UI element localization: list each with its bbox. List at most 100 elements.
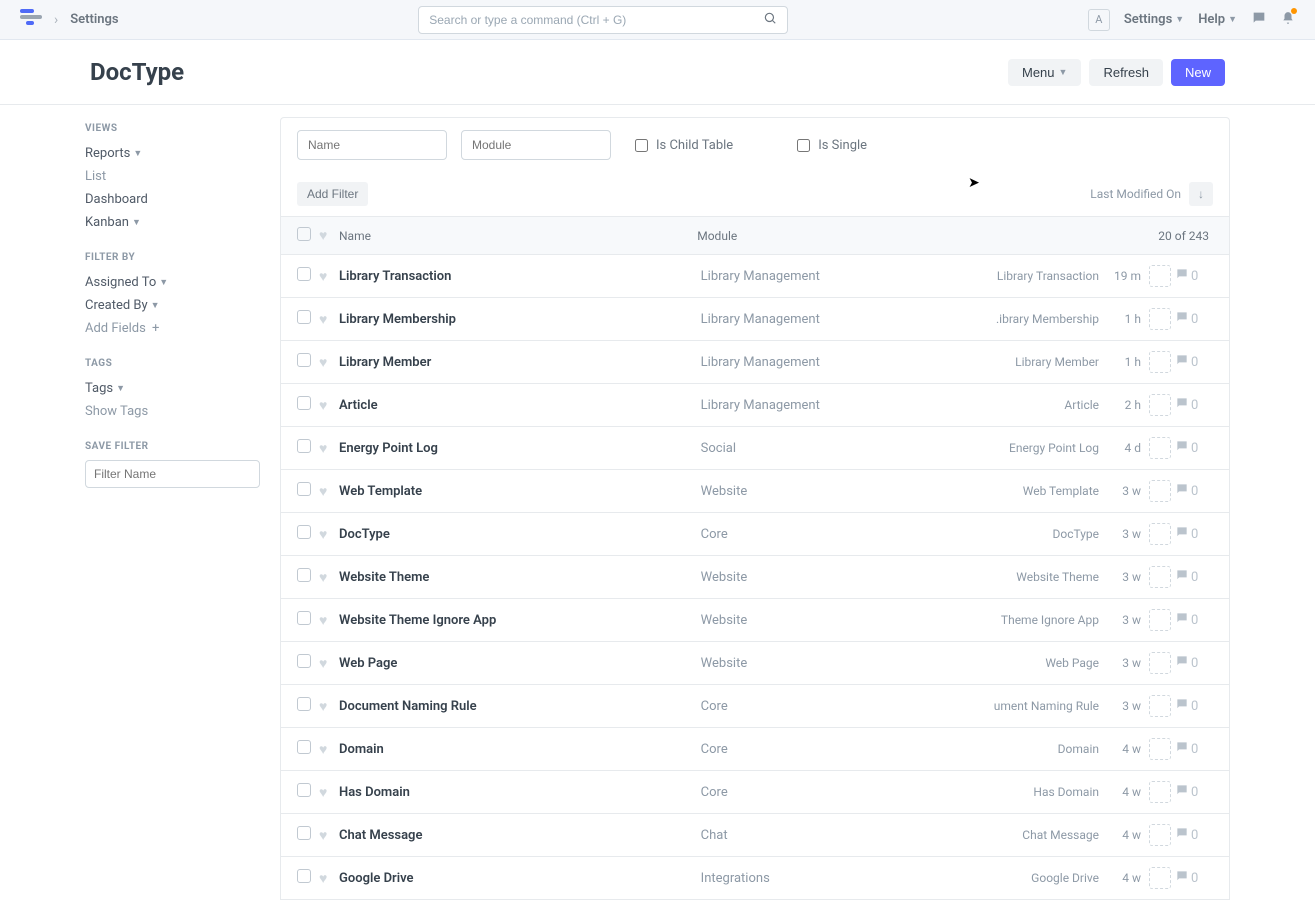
row-comments[interactable]: 0 bbox=[1175, 353, 1213, 371]
row-name[interactable]: Article bbox=[339, 398, 701, 413]
avatar-placeholder[interactable] bbox=[1149, 480, 1171, 502]
heart-icon[interactable]: ♥ bbox=[319, 269, 327, 285]
heart-icon[interactable]: ♥ bbox=[319, 312, 327, 328]
nav-help[interactable]: Help ▼ bbox=[1198, 12, 1237, 27]
row-comments[interactable]: 0 bbox=[1175, 654, 1213, 672]
list-row[interactable]: ♥Library MembershipLibrary Management.ib… bbox=[280, 298, 1230, 341]
row-comments[interactable]: 0 bbox=[1175, 826, 1213, 844]
row-checkbox[interactable] bbox=[297, 267, 311, 281]
row-checkbox[interactable] bbox=[297, 783, 311, 797]
list-row[interactable]: ♥Google DriveIntegrationsGoogle Drive4 w… bbox=[280, 857, 1230, 900]
row-checkbox[interactable] bbox=[297, 654, 311, 668]
list-row[interactable]: ♥Web TemplateWebsiteWeb Template3 w0 bbox=[280, 470, 1230, 513]
is-child-table-checkbox[interactable] bbox=[635, 139, 648, 152]
select-all-checkbox[interactable] bbox=[297, 227, 311, 241]
row-comments[interactable]: 0 bbox=[1175, 396, 1213, 414]
list-row[interactable]: ♥Library TransactionLibrary ManagementLi… bbox=[280, 255, 1230, 298]
sidebar-item-assignedto[interactable]: Assigned To ▼ bbox=[85, 271, 260, 294]
sidebar-item-list[interactable]: List bbox=[85, 165, 260, 188]
sort-direction-button[interactable]: ↓ bbox=[1189, 182, 1213, 206]
avatar-placeholder[interactable] bbox=[1149, 394, 1171, 416]
search-box[interactable] bbox=[418, 6, 788, 34]
row-comments[interactable]: 0 bbox=[1175, 697, 1213, 715]
row-checkbox[interactable] bbox=[297, 826, 311, 840]
avatar-placeholder[interactable] bbox=[1149, 523, 1171, 545]
filter-name-input[interactable] bbox=[85, 460, 260, 488]
sidebar-item-dashboard[interactable]: Dashboard bbox=[85, 188, 260, 211]
is-single-checkbox[interactable] bbox=[797, 139, 810, 152]
row-name[interactable]: Energy Point Log bbox=[339, 441, 701, 456]
row-checkbox[interactable] bbox=[297, 396, 311, 410]
row-name[interactable]: Web Page bbox=[339, 656, 701, 671]
breadcrumb-settings[interactable]: Settings bbox=[70, 12, 118, 27]
heart-icon[interactable]: ♥ bbox=[319, 527, 327, 543]
heart-icon[interactable]: ♥ bbox=[319, 742, 327, 758]
heart-icon[interactable]: ♥ bbox=[319, 355, 327, 371]
list-row[interactable]: ♥Website Theme Ignore AppWebsiteTheme Ig… bbox=[280, 599, 1230, 642]
list-row[interactable]: ♥ArticleLibrary ManagementArticle2 h0 bbox=[280, 384, 1230, 427]
row-comments[interactable]: 0 bbox=[1175, 267, 1213, 285]
avatar-placeholder[interactable] bbox=[1149, 781, 1171, 803]
refresh-button[interactable]: Refresh bbox=[1089, 59, 1163, 86]
filter-module-field[interactable] bbox=[461, 130, 611, 160]
sidebar-item-showtags[interactable]: Show Tags bbox=[85, 400, 260, 423]
row-name[interactable]: Library Membership bbox=[339, 312, 701, 327]
filter-name-field[interactable] bbox=[297, 130, 447, 160]
row-name[interactable]: Has Domain bbox=[339, 785, 701, 800]
row-name[interactable]: Chat Message bbox=[339, 828, 701, 843]
row-comments[interactable]: 0 bbox=[1175, 568, 1213, 586]
row-comments[interactable]: 0 bbox=[1175, 525, 1213, 543]
list-row[interactable]: ♥Web PageWebsiteWeb Page3 w0 bbox=[280, 642, 1230, 685]
menu-button[interactable]: Menu ▼ bbox=[1008, 59, 1081, 86]
heart-icon[interactable]: ♥ bbox=[319, 570, 327, 586]
avatar-placeholder[interactable] bbox=[1149, 738, 1171, 760]
heart-icon[interactable]: ♥ bbox=[319, 484, 327, 500]
sidebar-item-kanban[interactable]: Kanban ▼ bbox=[85, 211, 260, 234]
avatar-placeholder[interactable] bbox=[1149, 824, 1171, 846]
row-comments[interactable]: 0 bbox=[1175, 611, 1213, 629]
avatar-placeholder[interactable] bbox=[1149, 695, 1171, 717]
row-name[interactable]: Google Drive bbox=[339, 871, 701, 886]
sidebar-item-addfields[interactable]: Add Fields + bbox=[85, 317, 260, 340]
bell-icon[interactable] bbox=[1281, 10, 1295, 29]
heart-icon[interactable]: ♥ bbox=[319, 785, 327, 801]
chat-icon[interactable] bbox=[1251, 10, 1267, 30]
add-filter-button[interactable]: Add Filter bbox=[297, 182, 368, 206]
heart-icon[interactable]: ♥ bbox=[319, 398, 327, 414]
heart-icon[interactable]: ♥ bbox=[319, 656, 327, 672]
heart-icon[interactable]: ♥ bbox=[319, 828, 327, 844]
row-checkbox[interactable] bbox=[297, 611, 311, 625]
row-checkbox[interactable] bbox=[297, 740, 311, 754]
row-checkbox[interactable] bbox=[297, 439, 311, 453]
row-name[interactable]: Library Member bbox=[339, 355, 701, 370]
list-row[interactable]: ♥Energy Point LogSocialEnergy Point Log4… bbox=[280, 427, 1230, 470]
row-checkbox[interactable] bbox=[297, 697, 311, 711]
row-checkbox[interactable] bbox=[297, 310, 311, 324]
heart-icon[interactable]: ♥ bbox=[319, 871, 327, 887]
row-comments[interactable]: 0 bbox=[1175, 439, 1213, 457]
avatar-placeholder[interactable] bbox=[1149, 265, 1171, 287]
list-row[interactable]: ♥Website ThemeWebsiteWebsite Theme3 w0 bbox=[280, 556, 1230, 599]
sidebar-item-createdby[interactable]: Created By ▼ bbox=[85, 294, 260, 317]
list-row[interactable]: ♥Library MemberLibrary ManagementLibrary… bbox=[280, 341, 1230, 384]
avatar-placeholder[interactable] bbox=[1149, 609, 1171, 631]
filter-is-single[interactable]: Is Single bbox=[797, 138, 867, 153]
sort-label[interactable]: Last Modified On bbox=[1090, 187, 1181, 201]
search-input[interactable] bbox=[429, 13, 763, 27]
row-checkbox[interactable] bbox=[297, 525, 311, 539]
avatar-placeholder[interactable] bbox=[1149, 652, 1171, 674]
avatar-placeholder[interactable] bbox=[1149, 308, 1171, 330]
heart-icon[interactable]: ♥ bbox=[319, 441, 327, 457]
row-checkbox[interactable] bbox=[297, 353, 311, 367]
sidebar-item-reports[interactable]: Reports ▼ bbox=[85, 142, 260, 165]
heart-icon[interactable]: ♥ bbox=[319, 699, 327, 715]
filter-is-child-table[interactable]: Is Child Table bbox=[635, 138, 733, 153]
sidebar-item-tags[interactable]: Tags ▼ bbox=[85, 377, 260, 400]
heart-icon[interactable]: ♥ bbox=[319, 613, 327, 629]
row-name[interactable]: Website Theme bbox=[339, 570, 701, 585]
avatar-placeholder[interactable] bbox=[1149, 566, 1171, 588]
row-checkbox[interactable] bbox=[297, 869, 311, 883]
avatar-placeholder[interactable] bbox=[1149, 351, 1171, 373]
row-comments[interactable]: 0 bbox=[1175, 740, 1213, 758]
nav-settings[interactable]: Settings ▼ bbox=[1124, 12, 1184, 27]
